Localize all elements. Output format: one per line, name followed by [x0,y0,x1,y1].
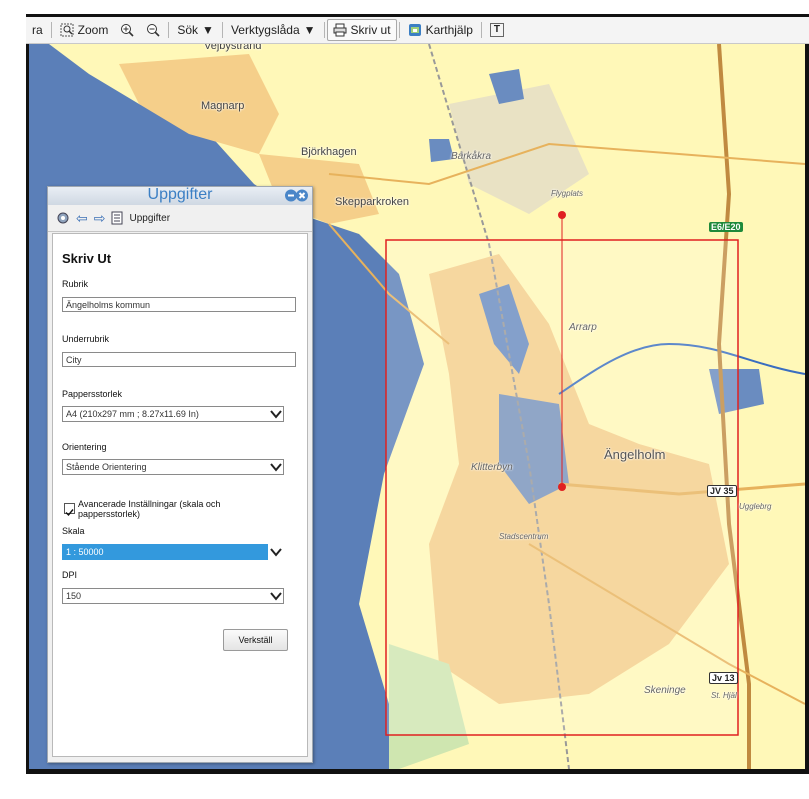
dpi-select[interactable]: 150 [62,588,284,604]
measure-point-start[interactable] [558,211,566,219]
chevron-down-icon: ▼ [303,23,316,37]
paper-size-select[interactable]: A4 (210x297 mm ; 8.27x11.69 In) [62,406,284,422]
place-label: Arrarp [569,322,597,333]
document-icon[interactable] [111,211,123,225]
place-label: Skeninge [644,685,686,696]
place-label: Stadscentrum [499,532,549,541]
zoom-in-icon [120,23,134,37]
tools-icon[interactable] [56,211,70,225]
toolbox-menu[interactable]: Verktygslåda ▼ [225,20,322,40]
search-menu[interactable]: Sök ▼ [171,20,220,40]
panel-title: Uppgifter [147,186,213,203]
toolbox-menu-label: Verktygslåda [230,23,300,37]
text-tool-icon: T [489,23,504,37]
place-label: Barkåkra [451,151,492,162]
panel-nav-bar: ⇦ ⇨ Uppgifter [48,205,312,232]
place-label: Skepparkroken [335,196,409,208]
print-form-heading: Skriv Ut [62,251,112,266]
zoom-box-icon [60,23,74,37]
map-help-icon [408,23,422,37]
place-label: St. Hjäl [711,691,737,700]
scale-label: Skala [62,526,85,536]
rubrik-input[interactable]: Ängelholms kommun [62,297,296,312]
search-menu-label: Sök [177,23,199,37]
apply-button[interactable]: Verkställ [223,629,288,651]
chevron-down-icon[interactable] [268,544,284,560]
measure-point-end[interactable] [558,483,566,491]
road-shield-13: Jv 13 [709,672,738,684]
minimize-icon[interactable] [285,189,297,202]
toolbar-separator [480,22,482,38]
toolbar-cut-off-label: ra [32,23,43,37]
place-label: Björkhagen [301,146,357,158]
toolbar-separator [50,22,52,38]
close-icon[interactable] [296,189,308,202]
paper-size-label: Pappersstorlek [62,389,123,399]
underrubrik-input[interactable]: City [62,352,296,367]
map-help-button[interactable]: Karthjälp [402,20,479,40]
place-label: Magnarp [201,100,245,112]
toolbar-separator [398,22,400,38]
panel-controls[interactable] [285,188,309,203]
zoom-out-icon [146,23,160,37]
panel-nav-label[interactable]: Uppgifter [129,213,170,224]
underrubrik-label: Underrubrik [62,334,110,344]
road-shield-35: JV 35 [707,485,737,497]
place-label: Ugglebrg [739,502,772,511]
zoom-label: Zoom [77,23,109,37]
chevron-down-icon[interactable] [268,588,284,604]
zoom-out-button[interactable] [140,20,166,40]
chevron-down-icon[interactable] [268,459,284,475]
zoom-button[interactable]: Zoom [54,20,115,40]
orientation-select[interactable]: Stående Orientering [62,459,284,475]
app-window: ra Zoom Sök ▼ Verktygslåda ▼ Skriv ut Ka… [0,0,809,799]
back-arrow-icon[interactable]: ⇦ [76,210,88,227]
print-button[interactable]: Skriv ut [326,19,397,41]
advanced-settings-label[interactable]: Avancerade Inställningar (skala och papp… [78,499,258,519]
print-form: Skriv Ut Rubrik Ängelholms kommun Underr… [52,233,308,757]
advanced-settings-checkbox[interactable] [64,503,75,517]
orientation-label: Orientering [62,442,107,452]
place-label: Ängelholm [604,447,666,462]
toolbar-cut-off-item[interactable]: ra [26,20,49,40]
toolbar-separator [323,22,325,38]
panel-title-bar[interactable]: Uppgifter [48,186,312,205]
toolbar-separator [221,22,223,38]
checkmark-icon [65,509,74,517]
scale-select[interactable]: 1 : 50000 [62,544,284,560]
rubrik-label: Rubrik [62,279,89,289]
chevron-down-icon[interactable] [268,406,284,422]
printer-icon [333,23,347,37]
forward-arrow-icon[interactable]: ⇨ [94,210,106,227]
place-label: Klitterbyn [471,462,513,473]
toolbar-separator [168,22,170,38]
text-tool-button[interactable]: T [484,20,510,40]
zoom-in-button[interactable] [114,20,140,40]
dpi-label: DPI [62,570,78,580]
map-toolbar: ra Zoom Sök ▼ Verktygslåda ▼ Skriv ut Ka… [26,17,809,44]
map-help-label: Karthjälp [425,23,473,37]
print-label: Skriv ut [350,23,391,37]
chevron-down-icon: ▼ [202,23,214,37]
tasks-panel: Uppgifter ⇦ ⇨ Uppgifter Skriv Ut Rubrik … [47,186,313,763]
road-shield-e6: E6/E20 [709,222,743,232]
place-label: Vejbystrand [204,44,262,52]
place-label: Flygplats [551,189,584,198]
